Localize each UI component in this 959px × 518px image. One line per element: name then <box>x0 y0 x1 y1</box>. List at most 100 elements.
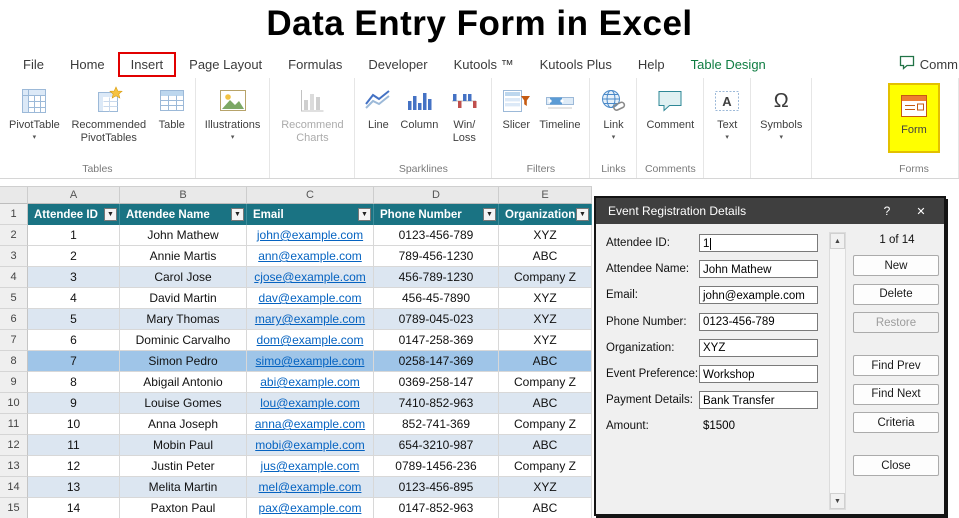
cell-attendee-name[interactable]: Anna Joseph <box>120 414 247 435</box>
tab-file[interactable]: File <box>10 52 57 77</box>
scroll-up-icon[interactable]: ▲ <box>830 233 845 249</box>
tab-page-layout[interactable]: Page Layout <box>176 52 275 77</box>
tab-kutools[interactable]: Kutools ™ <box>441 52 527 77</box>
text-button[interactable]: A Text ▾ <box>710 83 744 143</box>
cell-attendee-name[interactable]: Abigail Antonio <box>120 372 247 393</box>
cell-attendee-id[interactable]: 12 <box>28 456 120 477</box>
header-cell-attendee-id[interactable]: Attendee ID ▼ <box>28 204 120 225</box>
cell-organization[interactable]: XYZ <box>499 477 592 498</box>
cell-email-link[interactable]: dav@example.com <box>247 288 374 309</box>
cell-phone-number[interactable]: 0789-1456-236 <box>374 456 499 477</box>
comment-button[interactable]: Comment <box>643 83 697 134</box>
illustrations-button[interactable]: Illustrations ▾ <box>202 83 264 143</box>
row-number[interactable]: 5 <box>0 288 28 309</box>
cell-attendee-id[interactable]: 9 <box>28 393 120 414</box>
cell-email-link[interactable]: lou@example.com <box>247 393 374 414</box>
cell-phone-number[interactable]: 0258-147-369 <box>374 351 499 372</box>
row-number[interactable]: 3 <box>0 246 28 267</box>
column-letter-A[interactable]: A <box>28 187 120 204</box>
cell-organization[interactable]: XYZ <box>499 288 592 309</box>
row-number[interactable]: 10 <box>0 393 28 414</box>
cell-attendee-id[interactable]: 13 <box>28 477 120 498</box>
cell-attendee-id[interactable]: 7 <box>28 351 120 372</box>
cell-phone-number[interactable]: 852-741-369 <box>374 414 499 435</box>
header-cell-organization[interactable]: Organization ▼ <box>499 204 592 225</box>
cell-attendee-id[interactable]: 6 <box>28 330 120 351</box>
row-number[interactable]: 2 <box>0 225 28 246</box>
cell-email-link[interactable]: simo@example.com <box>247 351 374 372</box>
cell-email-link[interactable]: mobi@example.com <box>247 435 374 456</box>
cell-email-link[interactable]: mary@example.com <box>247 309 374 330</box>
close-button[interactable]: Close <box>853 455 939 476</box>
cell-phone-number[interactable]: 789-456-1230 <box>374 246 499 267</box>
cell-phone-number[interactable]: 0147-258-369 <box>374 330 499 351</box>
cell-attendee-name[interactable]: Louise Gomes <box>120 393 247 414</box>
tab-formulas[interactable]: Formulas <box>275 52 355 77</box>
organization-field[interactable]: XYZ <box>699 338 818 357</box>
filter-dropdown-icon[interactable]: ▼ <box>104 208 117 221</box>
filter-dropdown-icon[interactable]: ▼ <box>576 208 589 221</box>
cell-attendee-id[interactable]: 2 <box>28 246 120 267</box>
phone-number-field[interactable]: 0123-456-789 <box>699 312 818 331</box>
dialog-scrollbar[interactable]: ▲ ▼ <box>829 232 846 510</box>
find-prev-button[interactable]: Find Prev <box>853 355 939 376</box>
help-button[interactable]: ? <box>876 204 898 218</box>
tab-home[interactable]: Home <box>57 52 118 77</box>
cell-phone-number[interactable]: 456-789-1230 <box>374 267 499 288</box>
cell-attendee-name[interactable]: Mobin Paul <box>120 435 247 456</box>
cell-organization[interactable]: XYZ <box>499 330 592 351</box>
cell-email-link[interactable]: anna@example.com <box>247 414 374 435</box>
scroll-down-icon[interactable]: ▼ <box>830 493 845 509</box>
column-letter-E[interactable]: E <box>499 187 592 204</box>
slicer-button[interactable]: Slicer <box>498 83 534 134</box>
cell-email-link[interactable]: ann@example.com <box>247 246 374 267</box>
filter-dropdown-icon[interactable]: ▼ <box>358 208 371 221</box>
cell-attendee-name[interactable]: John Mathew <box>120 225 247 246</box>
cell-attendee-id[interactable]: 3 <box>28 267 120 288</box>
cell-email-link[interactable]: abi@example.com <box>247 372 374 393</box>
cell-organization[interactable]: Company Z <box>499 456 592 477</box>
select-all-corner[interactable] <box>0 187 28 204</box>
cell-phone-number[interactable]: 0369-258-147 <box>374 372 499 393</box>
cell-organization[interactable]: ABC <box>499 246 592 267</box>
cell-organization[interactable]: Company Z <box>499 267 592 288</box>
dialog-titlebar[interactable]: Event Registration Details ? ✕ <box>596 198 944 224</box>
email-field[interactable]: john@example.com <box>699 286 818 305</box>
delete-button[interactable]: Delete <box>853 283 939 305</box>
cell-attendee-name[interactable]: Simon Pedro <box>120 351 247 372</box>
cell-organization[interactable]: ABC <box>499 435 592 456</box>
tab-help[interactable]: Help <box>625 52 678 77</box>
cell-organization[interactable]: ABC <box>499 393 592 414</box>
cell-organization[interactable]: ABC <box>499 351 592 372</box>
filter-dropdown-icon[interactable]: ▼ <box>483 208 496 221</box>
tab-developer[interactable]: Developer <box>355 52 440 77</box>
cell-phone-number[interactable]: 0123-456-789 <box>374 225 499 246</box>
cell-organization[interactable]: XYZ <box>499 309 592 330</box>
tab-kutools-plus[interactable]: Kutools Plus <box>527 52 625 77</box>
cell-phone-number[interactable]: 0147-852-963 <box>374 498 499 518</box>
cell-email-link[interactable]: cjose@example.com <box>247 267 374 288</box>
payment-details-field[interactable]: Bank Transfer <box>699 391 818 410</box>
pivottable-button[interactable]: PivotTable ▾ <box>6 83 63 143</box>
scrollbar-track[interactable] <box>830 249 845 493</box>
restore-button[interactable]: Restore <box>853 312 939 333</box>
cell-organization[interactable]: Company Z <box>499 414 592 435</box>
tab-insert[interactable]: Insert <box>117 51 177 77</box>
recommended-charts-button[interactable]: Recommend Charts <box>276 83 348 146</box>
row-number[interactable]: 1 <box>0 204 28 225</box>
cell-attendee-id[interactable]: 11 <box>28 435 120 456</box>
cell-phone-number[interactable]: 456-45-7890 <box>374 288 499 309</box>
line-sparkline-button[interactable]: Line <box>361 83 395 134</box>
link-button[interactable]: Link ▾ <box>596 83 630 143</box>
cell-email-link[interactable]: john@example.com <box>247 225 374 246</box>
criteria-button[interactable]: Criteria <box>853 412 939 433</box>
column-letter-C[interactable]: C <box>247 187 374 204</box>
cell-attendee-id[interactable]: 4 <box>28 288 120 309</box>
cell-attendee-name[interactable]: Justin Peter <box>120 456 247 477</box>
attendee-id-field[interactable]: 1 <box>699 234 818 253</box>
tab-table-design[interactable]: Table Design <box>678 52 779 77</box>
header-cell-attendee-name[interactable]: Attendee Name ▼ <box>120 204 247 225</box>
cell-organization[interactable]: Company Z <box>499 372 592 393</box>
row-number[interactable]: 11 <box>0 414 28 435</box>
column-letter-B[interactable]: B <box>120 187 247 204</box>
